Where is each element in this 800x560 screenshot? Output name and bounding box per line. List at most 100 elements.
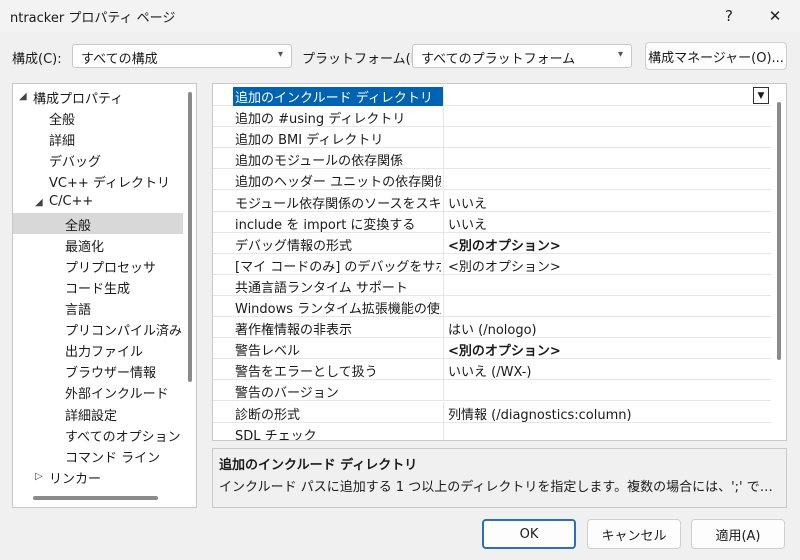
property-name: 共通言語ランタイム サポート (235, 280, 408, 296)
grid-row[interactable]: 追加の #using ディレクトリ (213, 106, 771, 128)
property-name: デバッグ情報の形式 (235, 238, 353, 254)
tree-item[interactable]: ◢ C/C++ (13, 192, 183, 213)
tree-vertical-scrollbar[interactable] (188, 92, 192, 382)
column-divider (443, 232, 444, 253)
property-value[interactable]: いいえ (/WX-) (448, 361, 768, 380)
property-value[interactable]: <別のオプション> (448, 256, 768, 275)
grid-row[interactable]: 警告をエラーとして扱う いいえ (/WX-) (213, 359, 771, 381)
column-divider (443, 148, 444, 169)
tree-item[interactable]: 出力ファイル (13, 339, 183, 360)
property-value[interactable]: 列情報 (/diagnostics:column) (448, 404, 768, 423)
platform-label: プラットフォーム(P): (302, 52, 428, 67)
tree-item[interactable]: ◢ 構成プロパティ (13, 86, 183, 107)
tree-item-label: VC++ ディレクトリ (49, 176, 170, 192)
column-divider (443, 401, 444, 422)
config-manager-button[interactable]: 構成マネージャー(O)... (645, 42, 787, 70)
property-value[interactable]: <別のオプション> (448, 235, 768, 254)
close-button[interactable]: ✕ (752, 0, 798, 32)
platform-combo[interactable]: すべてのプラットフォーム ▾ (412, 44, 632, 68)
tree-item[interactable]: 言語 (13, 297, 183, 318)
grid-row[interactable]: 警告レベル <別のオプション> (213, 338, 771, 360)
tree-item[interactable]: デバッグ (13, 149, 183, 170)
tree-horizontal-scrollbar[interactable] (33, 496, 158, 500)
config-combo[interactable]: すべての構成 ▾ (72, 44, 292, 68)
column-divider (443, 296, 444, 316)
tree-item-label: すべてのオプション (65, 429, 181, 445)
property-name: 追加のヘッダー ユニットの依存関係 (235, 175, 441, 191)
tree-item[interactable]: ブラウザー情報 (13, 360, 183, 381)
property-grid[interactable]: 追加のインクルード ディレクトリ ▼ 追加の #using ディレクトリ 追加の BM… (212, 83, 787, 441)
property-name: 診断の形式 (235, 407, 301, 423)
property-value[interactable]: はい (/nologo) (448, 319, 768, 338)
property-value[interactable]: <別のオプション> (448, 340, 768, 359)
property-tree[interactable]: ◢ 構成プロパティ 全般 詳細 デバッグ VC++ ディレクトリ ◢ C/C++ 全般 最適化 プリ… (12, 83, 197, 508)
property-name: 追加のインクルード ディレクトリ (233, 87, 443, 106)
property-name: Windows ランタイム拡張機能の使用 (235, 302, 441, 317)
help-button[interactable]: ? (706, 0, 752, 32)
expand-arrow-icon[interactable]: ▷ (35, 471, 43, 482)
tree-item[interactable]: VC++ ディレクトリ (13, 170, 183, 191)
chevron-down-icon: ▾ (617, 49, 623, 60)
grid-row[interactable]: Windows ランタイム拡張機能の使用 (213, 296, 771, 317)
tree-item[interactable]: 全般 (13, 107, 183, 128)
column-divider (443, 253, 444, 274)
column-divider (443, 380, 444, 401)
tree-item[interactable]: プリコンパイル済みヘッ (13, 318, 183, 339)
tree-item[interactable]: 最適化 (13, 234, 183, 255)
grid-row[interactable]: デバッグ情報の形式 <別のオプション> (213, 232, 771, 254)
column-divider (443, 317, 444, 338)
description-text: インクルード パスに追加する 1 つ以上のディレクトリを指定します。複数の場合に… (219, 480, 779, 495)
tree-item-label: 出力ファイル (65, 345, 144, 361)
column-divider (443, 127, 444, 148)
property-name: SDL チェック (235, 428, 317, 441)
tree-item[interactable]: 外部インクルード (13, 381, 183, 402)
grid-row[interactable]: 診断の形式 列情報 (/diagnostics:column) (213, 401, 771, 423)
tree-item[interactable]: 詳細設定 (13, 403, 183, 424)
apply-button[interactable]: 適用(A) (691, 519, 785, 549)
column-divider (443, 274, 444, 295)
tree-item-label: コマンド ライン (65, 450, 161, 466)
property-name: 著作権情報の非表示 (235, 323, 353, 339)
grid-vertical-scrollbar[interactable] (777, 102, 781, 360)
property-name: 警告のバージョン (235, 386, 339, 402)
config-value: すべての構成 (81, 52, 158, 67)
column-divider (443, 422, 444, 440)
property-name: [マイ コードのみ] のデバッグをサポートする (235, 259, 441, 275)
grid-row[interactable]: SDL チェック (213, 422, 771, 441)
tree-item[interactable]: 詳細 (13, 128, 183, 149)
tree-item[interactable]: コマンド ライン (13, 445, 183, 466)
property-name: 追加の #using ディレクトリ (235, 112, 406, 128)
tree-item-label: C/C++ (49, 193, 94, 209)
tree-item[interactable]: コード生成 (13, 276, 183, 297)
grid-row[interactable]: include を import に変換する いいえ (213, 211, 771, 233)
dropdown-arrow-icon[interactable]: ▼ (753, 87, 769, 104)
grid-row[interactable]: 追加のインクルード ディレクトリ ▼ (213, 85, 771, 106)
grid-row[interactable]: モジュール依存関係のソースをスキャンするいいえ (213, 190, 771, 212)
grid-row[interactable]: 著作権情報の非表示 はい (/nologo) (213, 317, 771, 339)
tree-item[interactable]: 全般 (13, 212, 183, 234)
grid-row[interactable]: 追加の BMI ディレクトリ (213, 127, 771, 149)
column-divider (443, 106, 444, 127)
ok-button[interactable]: OK (482, 519, 576, 549)
grid-row[interactable]: 警告のバージョン (213, 380, 771, 402)
grid-row[interactable]: 追加のヘッダー ユニットの依存関係 (213, 169, 771, 191)
collapse-arrow-icon[interactable]: ◢ (35, 197, 43, 208)
tree-item[interactable]: プリプロセッサ (13, 255, 183, 276)
tree-item[interactable]: すべてのオプション (13, 424, 183, 445)
tree-item-label: 全般 (65, 218, 92, 234)
grid-row[interactable]: 共通言語ランタイム サポート (213, 274, 771, 296)
property-value[interactable]: いいえ (448, 214, 768, 233)
property-name: モジュール依存関係のソースをスキャンする (235, 196, 441, 212)
grid-row[interactable]: [マイ コードのみ] のデバッグをサポートする <別のオプション> (213, 253, 771, 275)
tree-item-label: 詳細設定 (65, 408, 118, 424)
tree-item-label: 言語 (65, 303, 92, 318)
tree-item[interactable]: ▷ リンカー (13, 466, 183, 487)
tree-item-label: デバッグ (49, 155, 102, 171)
tree-item-label: 詳細 (49, 134, 76, 150)
grid-row[interactable]: 追加のモジュールの依存関係 (213, 148, 771, 170)
collapse-arrow-icon[interactable]: ◢ (19, 91, 27, 102)
property-name: 警告レベル (235, 344, 301, 360)
title-bar: ntracker プロパティ ページ ? ✕ (0, 0, 800, 32)
cancel-button[interactable]: キャンセル (587, 519, 681, 549)
property-value[interactable]: いいえ (448, 193, 768, 212)
